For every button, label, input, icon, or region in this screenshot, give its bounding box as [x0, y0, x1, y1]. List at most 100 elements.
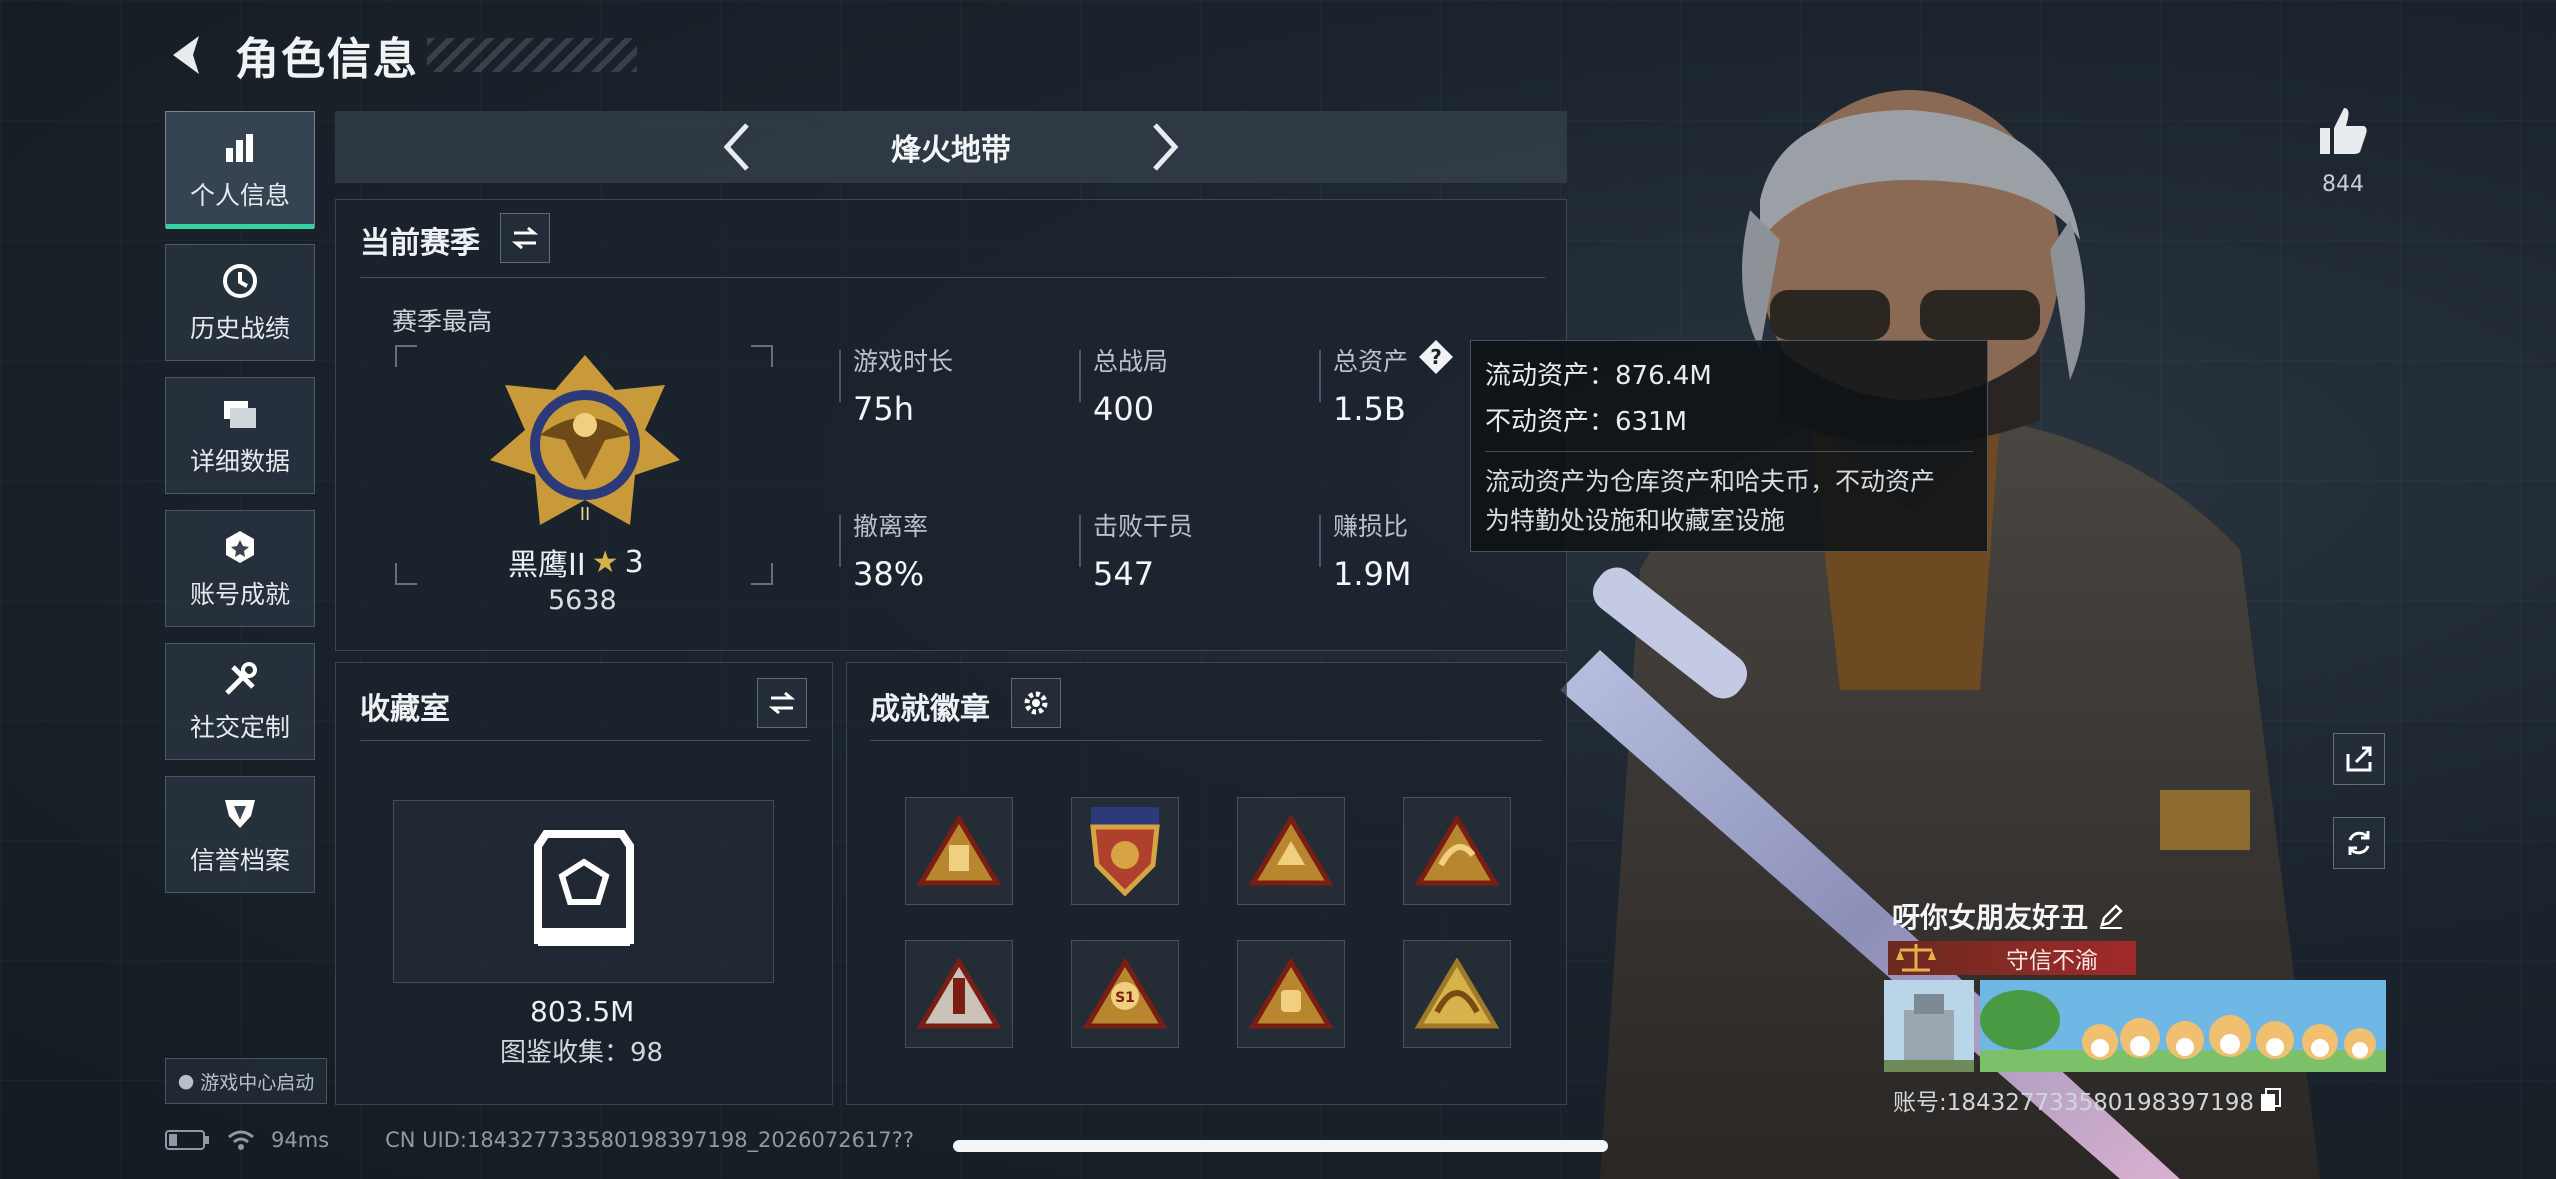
back-arrow-icon[interactable] — [165, 30, 215, 80]
folders-icon — [220, 394, 260, 434]
stat-value: 400 — [1093, 390, 1155, 428]
season-switch-button[interactable] — [500, 213, 550, 263]
wifi-icon — [228, 1130, 254, 1150]
season-best-label: 赛季最高 — [392, 307, 493, 336]
star-icon: ★ — [591, 544, 619, 580]
stat-label: 赚损比 — [1333, 512, 1409, 541]
uid-text: CN UID:184327733580198397198_2026072617?… — [385, 1128, 914, 1152]
nav-item-personal-info[interactable]: 个人信息 — [165, 111, 315, 229]
nav-label: 详细数据 — [189, 446, 290, 476]
page-title: 角色信息 — [235, 34, 419, 85]
achievement-badge[interactable] — [1071, 797, 1179, 905]
rank-emblem-icon: II — [490, 355, 680, 525]
scales-icon — [1896, 944, 1936, 972]
gear-icon — [1024, 691, 1048, 715]
stat-total-assets: 总资产 1.5B — [1333, 342, 1408, 428]
nav-label: 个人信息 — [189, 180, 290, 210]
thumbs-up-icon[interactable] — [2316, 104, 2370, 158]
stat-label: 总资产 — [1333, 347, 1409, 376]
account-id: 账号:184327733580198397198 — [1893, 1083, 2282, 1117]
history-clock-icon — [220, 261, 260, 301]
swap-icon — [511, 226, 539, 250]
ping-value: 94ms — [271, 1128, 330, 1152]
profile-banner[interactable] — [1884, 980, 2386, 1072]
nav-item-social[interactable]: 社交定制 — [165, 643, 315, 760]
stat-label: 总战局 — [1093, 347, 1169, 376]
bar-chart-icon — [220, 128, 260, 168]
account-id-text: 账号:184327733580198397198 — [1893, 1090, 2255, 1116]
nav-label: 社交定制 — [189, 712, 290, 742]
badges-divider — [870, 740, 1542, 741]
stat-label: 击败干员 — [1093, 512, 1194, 541]
game-center-label: 游戏中心启动 — [200, 1071, 315, 1094]
battery-icon — [165, 1130, 209, 1150]
rank-stars: 3 — [624, 544, 644, 580]
game-center-badge[interactable]: ● 游戏中心启动 — [165, 1058, 327, 1104]
nav-item-history[interactable]: 历史战绩 — [165, 244, 315, 361]
banner-shiba-image — [1980, 980, 2386, 1072]
header: 角色信息 — [165, 22, 637, 88]
achievement-badge[interactable] — [1403, 797, 1511, 905]
home-indicator[interactable] — [953, 1140, 1608, 1152]
help-icon[interactable]: ? — [1418, 339, 1454, 375]
nav-label: 账号成就 — [189, 579, 290, 609]
player-name: 呀你女朋友好丑 — [1892, 896, 2124, 936]
achievement-badge[interactable] — [1237, 797, 1345, 905]
player-name-text: 呀你女朋友好丑 — [1892, 901, 2089, 934]
mode-selector: 烽火地带 — [335, 111, 1567, 183]
collection-value: 803.5M — [530, 995, 635, 1028]
display-case-icon — [534, 830, 634, 946]
stat-profit-ratio: 赚损比 1.9M — [1333, 507, 1412, 593]
achievement-badge[interactable] — [1403, 940, 1511, 1048]
stat-label: 撤离率 — [853, 512, 929, 541]
stat-kills: 击败干员 547 — [1093, 507, 1193, 593]
stat-play-time: 游戏时长 75h — [853, 342, 953, 428]
achievement-icon — [220, 527, 260, 567]
title-decoration — [427, 38, 637, 72]
edit-icon[interactable] — [2098, 903, 2124, 929]
qq-icon: ● — [177, 1070, 195, 1092]
season-title: 当前赛季 — [360, 226, 480, 261]
prev-mode-button[interactable] — [711, 117, 761, 177]
stat-value: 1.9M — [1333, 555, 1412, 593]
like-count: 844 — [2322, 172, 2364, 197]
stat-label: 游戏时长 — [853, 347, 954, 376]
badges-title: 成就徽章 — [870, 692, 990, 727]
nav-item-details[interactable]: 详细数据 — [165, 377, 315, 494]
stat-value: 75h — [853, 390, 914, 428]
next-mode-button[interactable] — [1141, 117, 1191, 177]
rank-name-text: 黑鹰II — [508, 548, 586, 583]
stat-value: 1.5B — [1333, 390, 1406, 428]
sidebar-nav: 个人信息 历史战绩 详细数据 账号成就 社交定制 信誉档案 — [165, 111, 315, 909]
rank-name: 黑鹰II ★ 3 — [508, 540, 644, 584]
achievement-badge[interactable] — [905, 940, 1013, 1048]
stat-value: 547 — [1093, 555, 1155, 593]
shield-icon — [220, 793, 260, 833]
trust-badge: 守信不渝 — [1888, 941, 2136, 975]
tooltip-fixed-assets: 不动资产：631M — [1485, 407, 1688, 437]
tools-icon — [220, 660, 260, 700]
achievement-badge[interactable]: S1 — [1071, 940, 1179, 1048]
nav-item-credit[interactable]: 信誉档案 — [165, 776, 315, 893]
achievement-badge[interactable] — [905, 797, 1013, 905]
achievement-badge[interactable] — [1237, 940, 1345, 1048]
svg-text:S1: S1 — [1115, 990, 1135, 1006]
tooltip-description-line1: 流动资产为仓库资产和哈夫币，不动资产 — [1485, 467, 1936, 496]
collection-title: 收藏室 — [360, 692, 450, 727]
assets-tooltip: 流动资产：876.4M 不动资产：631M 流动资产为仓库资产和哈夫币，不动资产… — [1470, 340, 1988, 552]
trust-text: 守信不渝 — [2006, 948, 2098, 974]
collection-count: 图鉴收集：98 — [500, 1038, 664, 1068]
status-bar: 94ms CN UID:184327733580198397198_202607… — [165, 1128, 914, 1152]
collection-divider — [360, 740, 810, 741]
svg-text:?: ? — [1430, 345, 1442, 369]
collection-switch-button[interactable] — [757, 678, 807, 728]
swap-icon — [768, 691, 796, 715]
nav-item-achievements[interactable]: 账号成就 — [165, 510, 315, 627]
nav-label: 信誉档案 — [189, 845, 290, 875]
refresh-button[interactable] — [2333, 817, 2385, 869]
share-icon — [2346, 746, 2372, 772]
badges-settings-button[interactable] — [1011, 678, 1061, 728]
stat-total-matches: 总战局 400 — [1093, 342, 1168, 428]
copy-icon[interactable] — [2260, 1088, 2282, 1112]
share-button[interactable] — [2333, 733, 2385, 785]
